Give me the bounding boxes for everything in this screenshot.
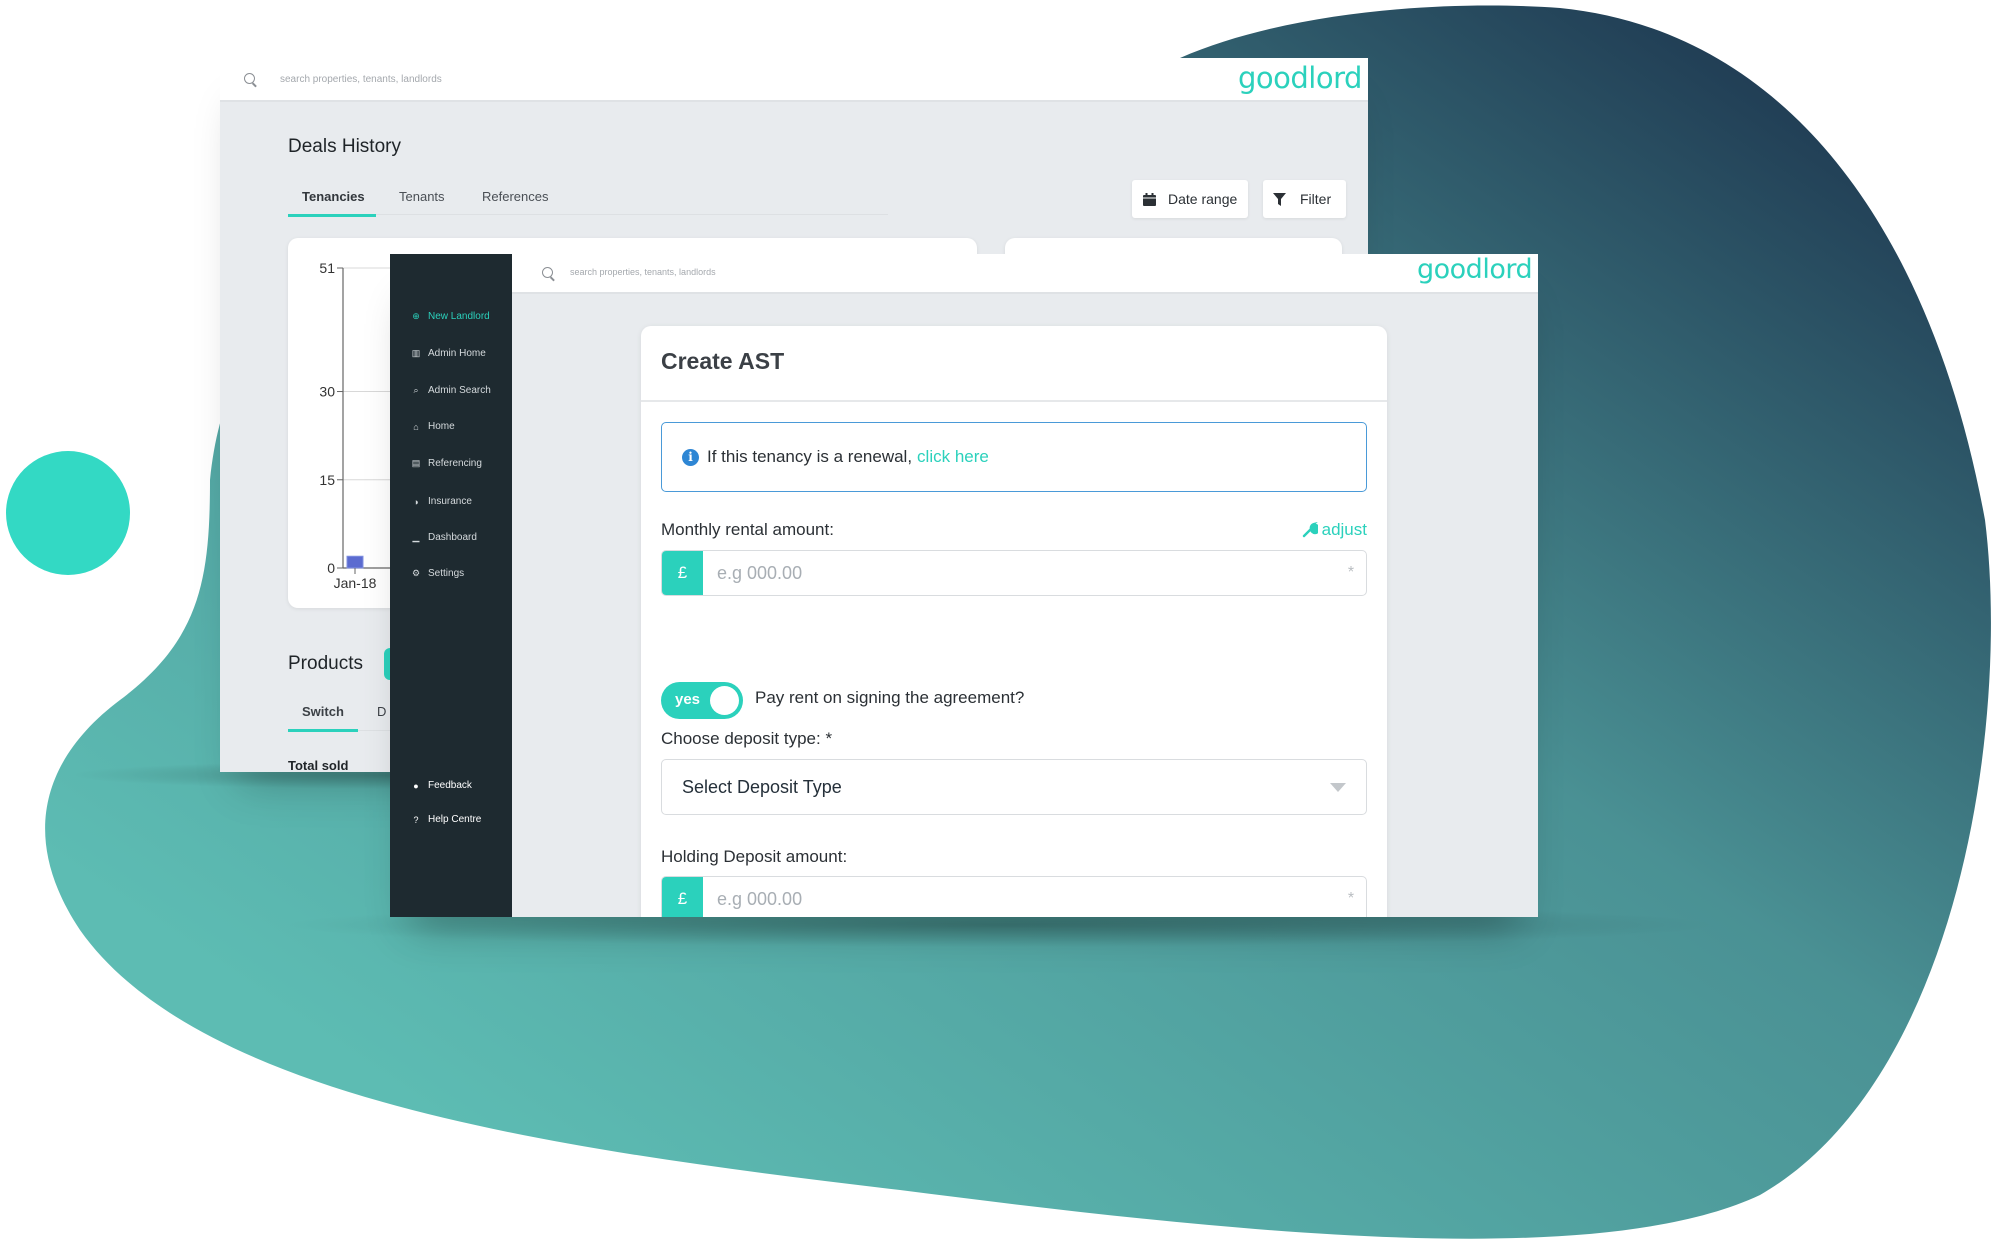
holding-deposit-field[interactable] [703,877,1336,917]
sidebar-item-home[interactable]: ⌂ Home [411,421,455,432]
create-ast-window: ⊕ New Landlord ▥ Admin Home ⌕ Admin Search ⌂ Ho… [390,254,1538,917]
sidebar-item-feedback[interactable]: ● Feedback [411,780,472,791]
sidebar-item-label: Feedback [428,780,472,791]
monthly-rental-field[interactable] [703,551,1336,595]
holding-deposit-input[interactable]: £ * [661,876,1367,917]
adjust-label: adjust [1321,520,1367,539]
sidebar-item-label: Admin Home [428,348,486,359]
sidebar-item-label: Settings [428,568,465,579]
active-tab-indicator [288,214,376,217]
tab-references[interactable]: References [482,189,548,204]
tab-tenants[interactable]: Tenants [399,189,445,204]
x-tick-label: Jan-18 [334,575,377,591]
calendar-icon [1143,192,1156,206]
deposit-type-label: Choose deposit type: * [661,729,833,748]
renewal-info-alert: i If this tenancy is a renewal, click he… [661,422,1367,492]
renewal-click-here-link[interactable]: click here [917,447,989,467]
search-icon [244,73,255,84]
sidebar-item-label: Insurance [428,496,472,507]
filter-label: Filter [1300,191,1332,207]
gear-icon: ⚙ [411,568,421,578]
date-range-button[interactable]: Date range [1132,180,1248,218]
deposit-type-value: Select Deposit Type [682,776,842,797]
tab-divider [288,214,888,215]
monthly-rental-input[interactable]: £ * [661,550,1367,596]
required-asterisk: * [1347,564,1355,581]
building-icon: ▥ [411,348,421,358]
search-icon: ⌕ [413,385,419,395]
toggle-state-label: yes [675,691,701,708]
home-icon: ⌂ [413,421,419,432]
filter-button[interactable]: Filter [1263,180,1346,218]
tab-tenancies[interactable]: Tenancies [302,189,365,204]
y-tick-label: 0 [327,560,335,576]
chart-icon: ▁ [412,532,420,542]
y-tick-label: 15 [319,472,335,488]
toggle-knob [710,686,739,715]
file-icon: ▤ [411,458,421,468]
wrench-icon [1302,522,1318,538]
filter-icon [1273,192,1286,206]
currency-addon: £ [662,877,703,917]
create-ast-form: Create AST i If this tenancy is a renewa… [641,326,1387,917]
sidebar-item-settings[interactable]: ⚙ Settings [411,568,464,579]
sidebar-item-label: Referencing [428,458,482,469]
pay-rent-toggle[interactable]: yes [661,682,743,719]
sidebar-item-label: Admin Search [428,385,491,396]
bar [346,555,364,569]
sidebar-item-help-centre[interactable]: ? Help Centre [411,814,481,825]
products-title: Products [288,653,363,674]
page-title: Deals History [288,136,401,157]
holding-deposit-label: Holding Deposit amount: [661,847,848,866]
y-tick-label: 30 [319,384,335,400]
plus-circle-icon: ⊕ [412,311,420,321]
decorative-circle [6,451,130,575]
sidebar-item-label: New Landlord [428,311,490,322]
search-input[interactable]: search properties, tenants, landlords [280,74,442,85]
sidebar-item-admin-home[interactable]: ▥ Admin Home [411,348,486,359]
renewal-info-text: If this tenancy is a renewal, [707,447,913,466]
sidebar-item-insurance[interactable]: ◑ Insurance [411,496,472,507]
shield-icon: ◑ [413,496,419,507]
sidebar-item-label: Dashboard [428,532,477,543]
sidebar-item-label: Home [428,421,455,432]
total-sold-label: Total sold [288,758,349,772]
form-header-divider [641,400,1387,402]
tab-switch[interactable]: Switch [302,704,344,719]
active-product-tab-indicator [288,729,358,732]
comment-icon: ● [413,780,419,791]
deposit-type-select[interactable]: Select Deposit Type [661,759,1367,815]
sidebar-item-label: Help Centre [428,814,482,825]
sidebar: ⊕ New Landlord ▥ Admin Home ⌕ Admin Search ⌂ Ho… [390,254,512,917]
tab-second-product[interactable]: D [377,704,386,719]
pay-rent-label: Pay rent on signing the agreement? [755,688,1025,707]
dropdown-caret-icon [1330,783,1346,792]
question-circle-icon: ? [413,814,419,825]
sidebar-item-referencing[interactable]: ▤ Referencing [411,458,482,469]
sidebar-item-new-landlord[interactable]: ⊕ New Landlord [411,311,490,322]
form-title: Create AST [661,348,785,374]
sidebar-item-admin-search[interactable]: ⌕ Admin Search [411,385,491,396]
sidebar-item-dashboard[interactable]: ▁ Dashboard [411,532,477,543]
date-range-label: Date range [1168,191,1238,207]
required-asterisk: * [1347,890,1355,907]
top-bar: search properties, tenants, landlords go… [220,58,1368,102]
monthly-rental-label: Monthly rental amount: [661,520,834,539]
currency-addon: £ [662,551,703,595]
search-input[interactable]: search properties, tenants, landlords [570,267,716,277]
search-icon [542,267,553,278]
goodlord-logo[interactable]: goodlord [1238,61,1362,95]
adjust-link[interactable]: adjust [1302,520,1367,540]
top-bar: search properties, tenants, landlords go… [512,254,1538,294]
goodlord-logo[interactable]: goodlord [1417,254,1533,285]
info-icon: i [682,448,699,466]
y-tick-label: 51 [319,260,335,276]
